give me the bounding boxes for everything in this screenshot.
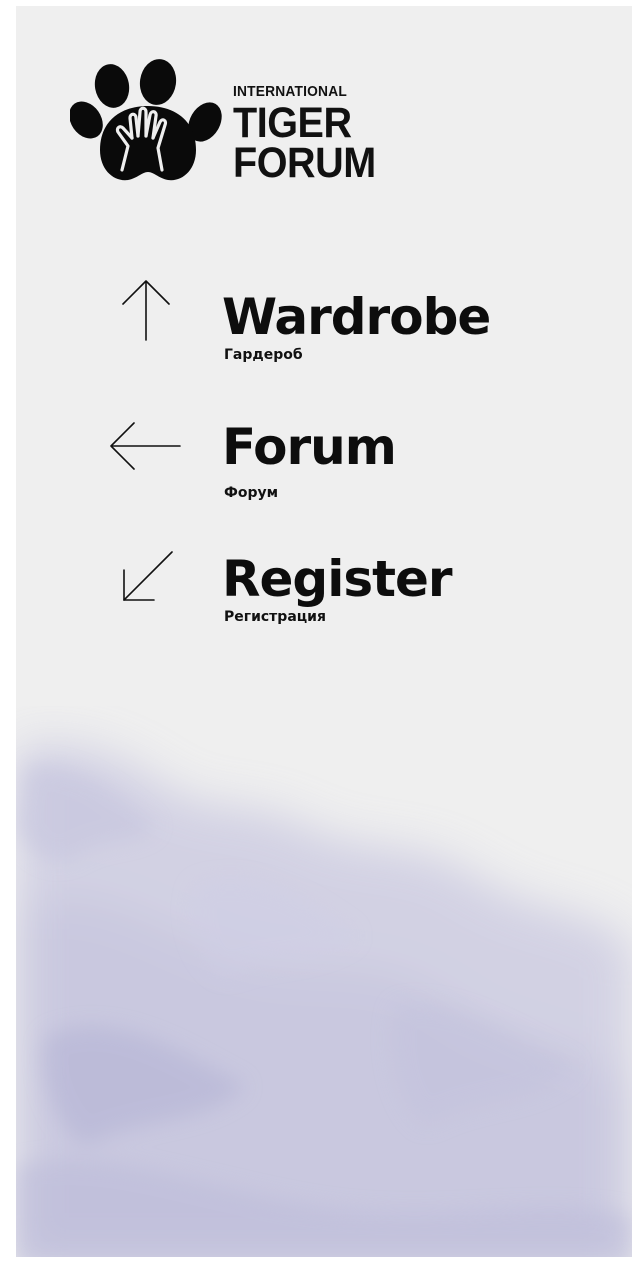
watercolor-background: [16, 743, 632, 1257]
menu-item-label: Wardrobe: [222, 288, 491, 346]
menu-item-forum[interactable]: Forum Форум: [106, 406, 466, 500]
logo-wordmark: INTERNATIONAL TIGER FORUM: [233, 84, 388, 187]
logo-line-tiger: TIGER: [233, 98, 352, 147]
menu-item-wardrobe[interactable]: Wardrobe Гардероб: [106, 276, 491, 366]
arrow-left-icon: [110, 422, 181, 470]
arrow-up-icon: [122, 280, 170, 341]
logo-line-forum: FORUM: [233, 138, 376, 187]
paw-with-hand-icon: [70, 59, 222, 181]
menu-item-label: Register: [222, 550, 453, 608]
menu-item-sublabel: Регистрация: [224, 609, 326, 625]
menu-item-register[interactable]: Register Регистрация: [106, 534, 466, 624]
menu-item-label: Forum: [222, 418, 397, 476]
menu-item-sublabel: Форум: [224, 485, 279, 501]
menu-item-sublabel: Гардероб: [224, 347, 303, 363]
arrow-down-left-icon: [123, 551, 173, 601]
logo-line-international: INTERNATIONAL: [233, 84, 347, 100]
tiger-forum-logo[interactable]: INTERNATIONAL TIGER FORUM: [70, 58, 376, 193]
app-screen: INTERNATIONAL TIGER FORUM Wardrobe Гарде…: [16, 6, 632, 1257]
